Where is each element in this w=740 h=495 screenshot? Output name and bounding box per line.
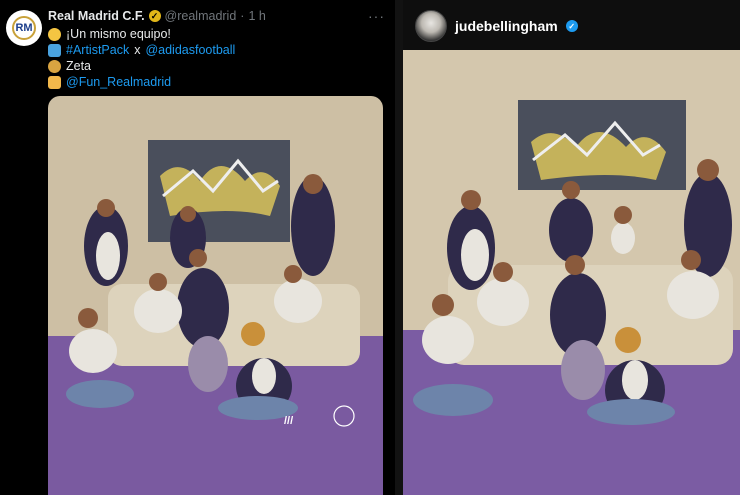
fun-realmadrid-link[interactable]: @Fun_Realmadrid bbox=[66, 75, 171, 89]
author-name[interactable]: Real Madrid C.F. bbox=[48, 9, 145, 23]
tweet-line-4: @Fun_Realmadrid bbox=[48, 75, 171, 89]
blue-verified-icon: ✓ bbox=[565, 20, 578, 32]
tweet-header: Real Madrid C.F. ✓ @realmadrid · 1 h bbox=[48, 9, 266, 23]
realmadrid-avatar[interactable]: RM bbox=[6, 10, 42, 46]
panel-divider bbox=[395, 0, 403, 495]
real-madrid-crest-icon: RM bbox=[12, 16, 36, 40]
adidas-logo-icon: /// bbox=[284, 415, 293, 427]
team-photo-image-2 bbox=[403, 50, 740, 495]
more-options-icon[interactable]: ··· bbox=[368, 8, 385, 24]
separator-dot: · bbox=[240, 9, 245, 23]
username[interactable]: judebellingham bbox=[455, 18, 558, 34]
crest-label: RM bbox=[15, 22, 33, 34]
handshake-emoji-icon bbox=[48, 75, 61, 89]
judebellingham-avatar[interactable] bbox=[415, 10, 447, 42]
instagram-header: judebellingham ✓ bbox=[415, 10, 578, 42]
tweet-photo[interactable]: /// bbox=[48, 96, 383, 495]
tshirt-emoji-icon bbox=[48, 43, 61, 57]
tweet-panel: RM Real Madrid C.F. ✓ @realmadrid · 1 h … bbox=[0, 0, 395, 495]
adidasfootball-link[interactable]: @adidasfootball bbox=[145, 43, 235, 57]
tweet-line-2: #ArtistPack x @adidasfootball bbox=[48, 43, 235, 57]
author-handle[interactable]: @realmadrid bbox=[165, 9, 237, 23]
tweet-text-1: ¡Un mismo equipo! bbox=[66, 27, 171, 41]
tweet-text-3: Zeta bbox=[66, 59, 92, 73]
palette-emoji-icon bbox=[48, 59, 61, 73]
tweet-time[interactable]: 1 h bbox=[248, 9, 265, 23]
joiner-text: x bbox=[134, 43, 141, 57]
instagram-panel: judebellingham ✓ bbox=[403, 0, 740, 495]
team-photo-image: /// bbox=[48, 96, 383, 495]
hashtag-artistpack-link[interactable]: #ArtistPack bbox=[66, 43, 129, 57]
smile-emoji-icon bbox=[48, 27, 61, 41]
gold-verified-icon: ✓ bbox=[148, 10, 161, 22]
tweet-line-3: Zeta bbox=[48, 59, 91, 73]
tweet-line-1: ¡Un mismo equipo! bbox=[48, 27, 171, 41]
instagram-photo[interactable] bbox=[403, 50, 740, 495]
